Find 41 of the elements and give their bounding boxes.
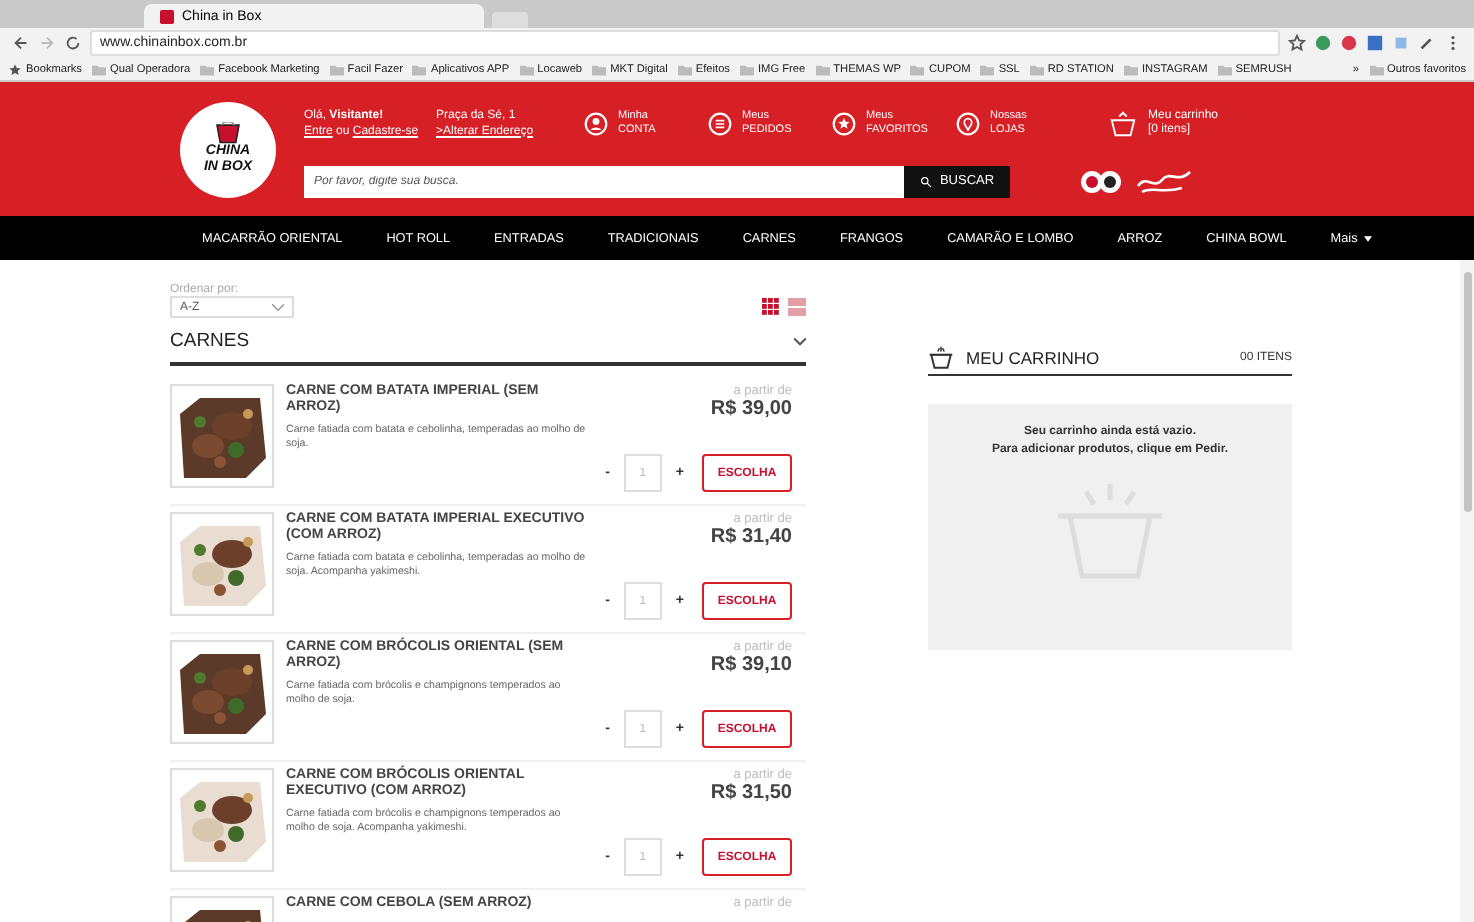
- chevron-icon: [272, 303, 284, 311]
- list-icon: [708, 111, 732, 135]
- grid-view-icon[interactable]: [762, 298, 780, 316]
- folder-icon: [739, 63, 754, 75]
- folder-icon: [200, 63, 215, 75]
- promo-badge-icon[interactable]: [1078, 169, 1126, 193]
- folder-icon: [910, 63, 925, 75]
- category-title: CARNES: [170, 330, 250, 352]
- scrollbar[interactable]: [1460, 260, 1474, 922]
- folder-icon: [980, 63, 995, 75]
- folder-icon: [91, 63, 106, 75]
- noodle-box-icon: [212, 122, 244, 144]
- cart-box-icon: [928, 346, 954, 370]
- script-logo-icon[interactable]: [1134, 167, 1194, 195]
- folder-icon: [1369, 63, 1384, 75]
- folder-icon: [1217, 63, 1232, 75]
- eyedropper-icon[interactable]: [1418, 34, 1436, 52]
- folder-icon: [815, 63, 830, 75]
- folder-icon: [1029, 63, 1044, 75]
- star-icon: [8, 63, 22, 75]
- price: R$ 39,10: [710, 654, 792, 676]
- cart-box-icon: [1108, 109, 1138, 137]
- chevron-icon[interactable]: [794, 337, 806, 345]
- folder-icon: [329, 63, 344, 75]
- user-icon: [584, 111, 608, 135]
- search-icon: [919, 175, 932, 187]
- caret-icon: [1363, 235, 1372, 241]
- back-icon[interactable]: [12, 34, 30, 52]
- folder-icon: [592, 63, 607, 75]
- favicon-icon: [160, 9, 174, 23]
- folder-icon: [519, 63, 534, 75]
- folder-icon: [1123, 63, 1138, 75]
- price: R$ 31,40: [710, 526, 792, 548]
- location-pin-icon: [956, 111, 980, 135]
- reload-icon[interactable]: [64, 34, 82, 52]
- price: R$ 39,00: [710, 398, 792, 420]
- star-icon[interactable]: [1288, 34, 1306, 52]
- price: R$ 31,50: [710, 782, 792, 804]
- folder-icon: [677, 63, 692, 75]
- cart-title: MEU CARRINHO: [966, 348, 1102, 368]
- folder-icon: [412, 63, 427, 75]
